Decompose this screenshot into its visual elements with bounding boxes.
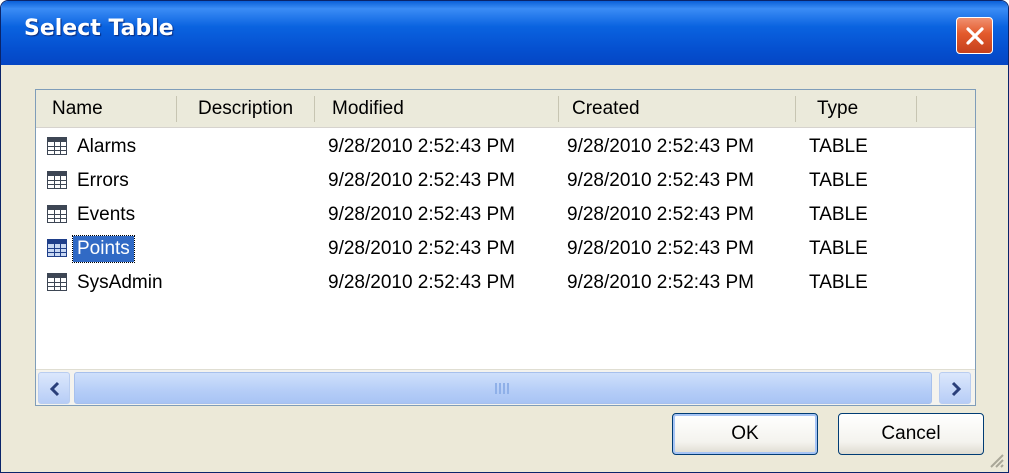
column-divider[interactable] bbox=[795, 96, 796, 122]
table-icon bbox=[47, 205, 67, 223]
row-name: Alarms bbox=[77, 136, 137, 157]
close-icon bbox=[966, 27, 984, 45]
column-divider[interactable] bbox=[558, 96, 559, 122]
scroll-left-button[interactable] bbox=[38, 372, 70, 404]
horizontal-scrollbar[interactable] bbox=[36, 369, 975, 405]
scroll-right-button[interactable] bbox=[939, 372, 971, 404]
table-icon bbox=[47, 137, 67, 155]
row-created: 9/28/2010 2:52:43 PM bbox=[567, 170, 754, 191]
title-bar[interactable]: Select Table bbox=[1, 1, 1008, 65]
table-icon bbox=[47, 171, 67, 189]
dialog-title: Select Table bbox=[24, 16, 174, 41]
column-header-description[interactable]: Description bbox=[198, 90, 293, 127]
ok-button[interactable]: OK bbox=[672, 413, 818, 455]
scroll-thumb[interactable] bbox=[74, 372, 932, 404]
chevron-right-icon bbox=[951, 381, 962, 397]
table-row[interactable]: Alarms 9/28/2010 2:52:43 PM 9/28/2010 2:… bbox=[36, 130, 975, 164]
row-created: 9/28/2010 2:52:43 PM bbox=[567, 136, 754, 157]
row-type: TABLE bbox=[809, 238, 868, 259]
select-table-dialog: Select Table Name Description Modified C… bbox=[0, 0, 1009, 473]
column-divider[interactable] bbox=[176, 96, 177, 122]
list-header: Name Description Modified Created Type bbox=[36, 90, 975, 128]
row-modified: 9/28/2010 2:52:43 PM bbox=[328, 170, 515, 191]
row-name: SysAdmin bbox=[77, 272, 163, 293]
column-divider[interactable] bbox=[314, 96, 315, 122]
grip-icon bbox=[495, 383, 509, 394]
table-row[interactable]: Errors 9/28/2010 2:52:43 PM 9/28/2010 2:… bbox=[36, 164, 975, 198]
table-row[interactable]: Events 9/28/2010 2:52:43 PM 9/28/2010 2:… bbox=[36, 198, 975, 232]
column-header-created[interactable]: Created bbox=[572, 90, 640, 127]
row-modified: 9/28/2010 2:52:43 PM bbox=[328, 272, 515, 293]
table-icon bbox=[47, 273, 67, 291]
row-modified: 9/28/2010 2:52:43 PM bbox=[328, 204, 515, 225]
row-type: TABLE bbox=[809, 170, 868, 191]
resize-grip-icon[interactable] bbox=[987, 451, 1005, 469]
table-row[interactable]: SysAdmin 9/28/2010 2:52:43 PM 9/28/2010 … bbox=[36, 266, 975, 300]
row-name: Points bbox=[72, 235, 135, 263]
chevron-left-icon bbox=[49, 381, 60, 397]
table-row-selected[interactable]: Points 9/28/2010 2:52:43 PM 9/28/2010 2:… bbox=[36, 232, 975, 266]
row-modified: 9/28/2010 2:52:43 PM bbox=[328, 238, 515, 259]
table-icon bbox=[47, 239, 67, 257]
row-type: TABLE bbox=[809, 204, 868, 225]
row-modified: 9/28/2010 2:52:43 PM bbox=[328, 136, 515, 157]
column-header-name[interactable]: Name bbox=[52, 90, 103, 127]
row-name: Events bbox=[77, 204, 136, 225]
row-created: 9/28/2010 2:52:43 PM bbox=[567, 272, 754, 293]
row-created: 9/28/2010 2:52:43 PM bbox=[567, 238, 754, 259]
table-list[interactable]: Name Description Modified Created Type A… bbox=[35, 89, 976, 406]
row-name: Errors bbox=[77, 170, 129, 191]
column-header-modified[interactable]: Modified bbox=[332, 90, 404, 127]
row-created: 9/28/2010 2:52:43 PM bbox=[567, 204, 754, 225]
cancel-button[interactable]: Cancel bbox=[838, 413, 984, 455]
row-type: TABLE bbox=[809, 136, 868, 157]
column-divider[interactable] bbox=[916, 96, 917, 122]
column-header-type[interactable]: Type bbox=[817, 90, 858, 127]
close-button[interactable] bbox=[956, 17, 993, 54]
row-type: TABLE bbox=[809, 272, 868, 293]
